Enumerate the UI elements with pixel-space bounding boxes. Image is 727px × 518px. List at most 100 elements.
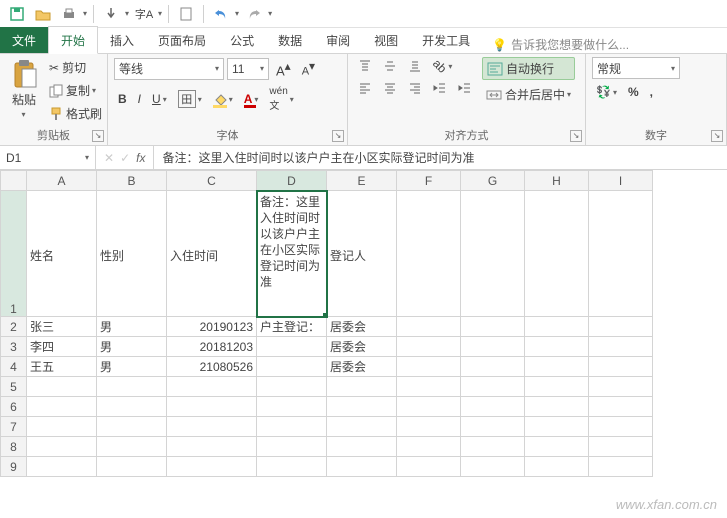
cell[interactable]: 登记人 [327, 191, 397, 317]
merge-center-button[interactable]: 合并后居中▾ [482, 84, 575, 105]
bold-button[interactable]: B [114, 90, 131, 108]
fx-icon[interactable]: fx [136, 151, 145, 165]
qat-more-icon[interactable]: ▾ [83, 9, 87, 18]
accounting-button[interactable]: 💱▾ [592, 83, 621, 101]
col-header[interactable]: H [525, 171, 589, 191]
cell[interactable] [257, 417, 327, 437]
cell[interactable]: 居委会 [327, 317, 397, 337]
tab-home[interactable]: 开始 [48, 26, 98, 54]
tab-view[interactable]: 视图 [362, 27, 410, 53]
cell[interactable] [327, 437, 397, 457]
cell[interactable] [525, 377, 589, 397]
cell[interactable] [397, 417, 461, 437]
font-launcher[interactable]: ↘ [332, 130, 344, 142]
col-header[interactable]: G [461, 171, 525, 191]
col-header[interactable]: C [167, 171, 257, 191]
cell[interactable] [257, 377, 327, 397]
cell[interactable] [257, 337, 327, 357]
align-middle-button[interactable] [379, 57, 401, 75]
align-bottom-button[interactable] [404, 57, 426, 75]
name-box[interactable]: D1▾ [0, 146, 96, 169]
increase-font-button[interactable]: A▴ [272, 57, 295, 80]
tab-layout[interactable]: 页面布局 [146, 27, 218, 53]
col-header[interactable]: D [257, 171, 327, 191]
cell[interactable]: 李四 [27, 337, 97, 357]
cell[interactable] [589, 417, 653, 437]
font-color-button[interactable]: A▾ [240, 90, 263, 108]
row-header[interactable]: 3 [1, 337, 27, 357]
row-header[interactable]: 2 [1, 317, 27, 337]
cell[interactable]: 王五 [27, 357, 97, 377]
cell[interactable]: 张三 [27, 317, 97, 337]
phonetic-icon[interactable]: 字A [133, 3, 155, 25]
cell[interactable] [589, 437, 653, 457]
cell[interactable] [589, 337, 653, 357]
cell[interactable]: 姓名 [27, 191, 97, 317]
cell[interactable] [27, 397, 97, 417]
tab-review[interactable]: 审阅 [314, 27, 362, 53]
cell[interactable] [397, 377, 461, 397]
tab-insert[interactable]: 插入 [98, 27, 146, 53]
row-header[interactable]: 9 [1, 457, 27, 477]
cell[interactable]: 20181203 [167, 337, 257, 357]
worksheet-grid[interactable]: A B C D E F G H I 1 姓名 性别 入住时间 备注：这里入住时间… [0, 170, 727, 477]
cell[interactable] [525, 437, 589, 457]
row-header[interactable]: 1 [1, 191, 27, 317]
select-all[interactable] [1, 171, 27, 191]
row-header[interactable]: 4 [1, 357, 27, 377]
underline-button[interactable]: U▾ [148, 90, 171, 108]
col-header[interactable]: A [27, 171, 97, 191]
cell[interactable] [589, 457, 653, 477]
orientation-button[interactable]: ab▾ [429, 57, 456, 75]
cell[interactable] [589, 397, 653, 417]
cancel-icon[interactable]: ✕ [104, 151, 114, 165]
cell[interactable] [461, 437, 525, 457]
cell[interactable]: 男 [97, 357, 167, 377]
cell[interactable] [589, 317, 653, 337]
cell[interactable] [27, 437, 97, 457]
cell[interactable] [461, 317, 525, 337]
cell[interactable] [461, 357, 525, 377]
cell[interactable] [27, 457, 97, 477]
cell[interactable] [461, 191, 525, 317]
align-launcher[interactable]: ↘ [570, 130, 582, 142]
redo-icon[interactable] [243, 3, 265, 25]
wrap-text-button[interactable]: 自动换行 [482, 57, 575, 80]
font-size-combo[interactable]: 11▾ [227, 58, 269, 80]
cell[interactable] [525, 397, 589, 417]
cell[interactable] [397, 317, 461, 337]
cell[interactable] [397, 191, 461, 317]
cell[interactable] [461, 377, 525, 397]
italic-button[interactable]: I [134, 90, 145, 108]
cell[interactable] [27, 377, 97, 397]
cell[interactable] [327, 417, 397, 437]
number-format-combo[interactable]: 常规▾ [592, 57, 680, 79]
cell[interactable] [327, 457, 397, 477]
align-left-button[interactable] [354, 79, 376, 97]
cut-button[interactable]: ✂剪切 [45, 57, 106, 78]
cell[interactable] [397, 457, 461, 477]
row-header[interactable]: 7 [1, 417, 27, 437]
cell[interactable]: 男 [97, 317, 167, 337]
cell[interactable] [97, 377, 167, 397]
undo-icon[interactable] [210, 3, 232, 25]
cell[interactable] [257, 457, 327, 477]
painter-button[interactable]: 格式刷 [45, 103, 106, 124]
row-header[interactable]: 8 [1, 437, 27, 457]
cell[interactable] [257, 357, 327, 377]
cell[interactable]: 21080526 [167, 357, 257, 377]
cell[interactable] [397, 437, 461, 457]
cell[interactable]: 户主登记： [257, 317, 327, 337]
cell[interactable] [167, 437, 257, 457]
col-header[interactable]: I [589, 171, 653, 191]
cell[interactable] [167, 377, 257, 397]
cell[interactable] [27, 417, 97, 437]
paste-button[interactable]: 粘贴 ▾ [6, 57, 42, 121]
cell[interactable] [167, 457, 257, 477]
cell[interactable] [461, 417, 525, 437]
col-header[interactable]: F [397, 171, 461, 191]
cell[interactable]: 居委会 [327, 337, 397, 357]
row-header[interactable]: 6 [1, 397, 27, 417]
tab-dev[interactable]: 开发工具 [410, 27, 482, 53]
clipboard-launcher[interactable]: ↘ [92, 130, 104, 142]
